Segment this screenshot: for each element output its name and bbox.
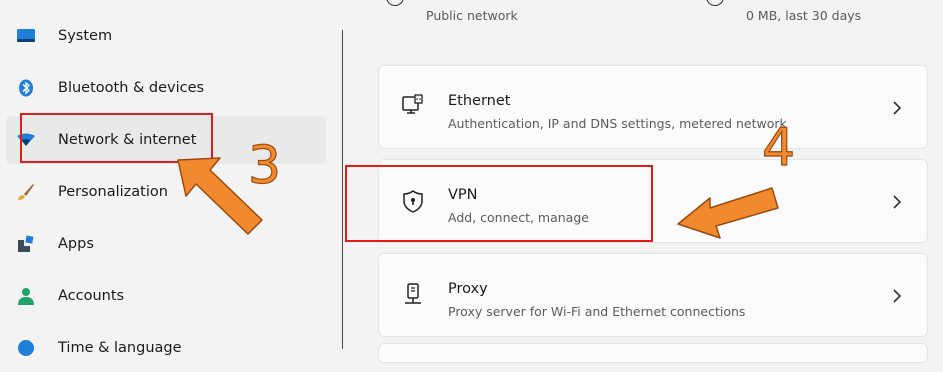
step-number-4: 4 bbox=[761, 118, 796, 178]
sidebar-item-label: System bbox=[58, 28, 113, 44]
card-title: Ethernet bbox=[448, 93, 511, 109]
globe-icon bbox=[386, 0, 404, 6]
chevron-right-icon bbox=[889, 192, 905, 212]
annotation-arrow-4 bbox=[677, 187, 779, 239]
apps-icon bbox=[16, 234, 36, 254]
sidebar-item-label: Bluetooth & devices bbox=[58, 80, 205, 96]
sidebar-item-label: Apps bbox=[58, 236, 94, 252]
card-subtitle: Proxy server for Wi-Fi and Ethernet conn… bbox=[448, 304, 746, 319]
card-subtitle: Authentication, IP and DNS settings, met… bbox=[448, 116, 787, 131]
clock-globe-icon bbox=[16, 338, 36, 358]
sidebar-item-time-language[interactable]: Time & language bbox=[6, 324, 326, 372]
sidebar-item-accounts[interactable]: Accounts bbox=[6, 272, 326, 320]
proxy-server-icon bbox=[401, 282, 425, 308]
data-usage-icon bbox=[706, 0, 724, 6]
ethernet-icon bbox=[401, 94, 425, 120]
card-title: Proxy bbox=[448, 281, 488, 297]
monitor-icon bbox=[16, 26, 36, 46]
sidebar-item-system[interactable]: System bbox=[6, 12, 326, 60]
sidebar-item-label: Time & language bbox=[58, 340, 182, 356]
next-card-partial[interactable] bbox=[378, 343, 928, 363]
step-number-3: 3 bbox=[247, 136, 282, 196]
proxy-card[interactable]: Proxy Proxy server for Wi-Fi and Etherne… bbox=[378, 253, 928, 337]
sidebar-item-label: Personalization bbox=[58, 184, 168, 200]
highlight-box-vpn bbox=[345, 165, 653, 242]
chevron-right-icon bbox=[889, 98, 905, 118]
sidebar-item-label: Accounts bbox=[58, 288, 125, 304]
network-properties-subtitle: Public network bbox=[426, 8, 518, 23]
ethernet-card[interactable]: Ethernet Authentication, IP and DNS sett… bbox=[378, 65, 928, 149]
pane-divider bbox=[342, 30, 343, 349]
chevron-right-icon bbox=[889, 286, 905, 306]
bluetooth-icon bbox=[16, 78, 36, 98]
brush-icon bbox=[16, 182, 36, 202]
sidebar-item-bluetooth[interactable]: Bluetooth & devices bbox=[6, 64, 326, 112]
data-usage-subtitle: 0 MB, last 30 days bbox=[746, 8, 862, 23]
person-icon bbox=[16, 286, 36, 306]
